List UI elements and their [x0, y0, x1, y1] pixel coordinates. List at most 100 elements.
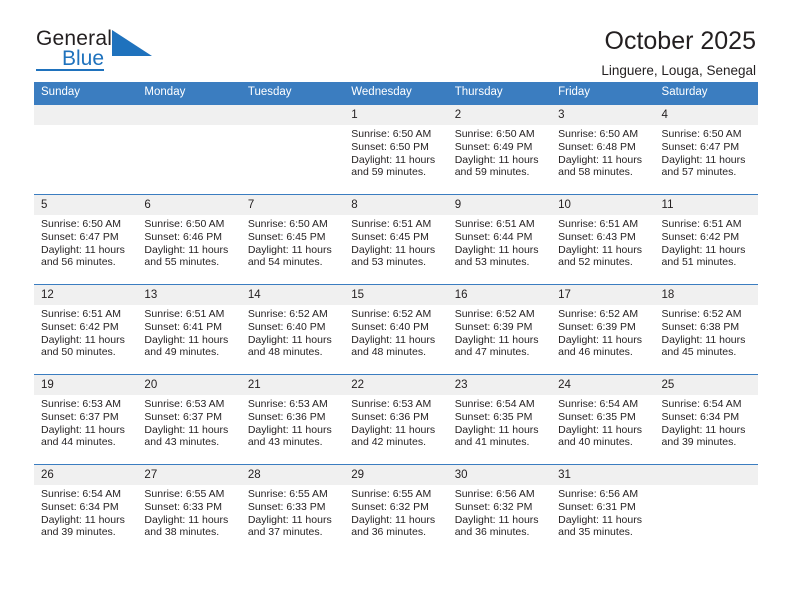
- daylight-text: Daylight: 11 hours and 59 minutes.: [351, 153, 436, 179]
- sunset-text: Sunset: 6:40 PM: [351, 320, 429, 333]
- calendar-day-cell[interactable]: 24 Sunrise: 6:54 AM Sunset: 6:35 PM Dayligh…: [551, 374, 655, 465]
- calendar-day-cell[interactable]: 31 Sunrise: 6:56 AM Sunset: 6:31 PM Dayligh…: [551, 464, 655, 554]
- day-number: 16: [447, 285, 552, 305]
- sunset-text: Sunset: 6:48 PM: [558, 140, 636, 153]
- calendar-day-cell[interactable]: 25 Sunrise: 6:54 AM Sunset: 6:34 PM Dayligh…: [654, 374, 758, 465]
- calendar-day-cell[interactable]: 3 Sunrise: 6:50 AM Sunset: 6:48 PM Daylight…: [551, 104, 655, 195]
- calendar-day-cell[interactable]: 20 Sunrise: 6:53 AM Sunset: 6:37 PM Dayligh…: [137, 374, 241, 465]
- calendar-day-cell[interactable]: 6 Sunrise: 6:50 AM Sunset: 6:46 PM Daylight…: [137, 194, 241, 285]
- calendar-day-cell[interactable]: 14 Sunrise: 6:52 AM Sunset: 6:40 PM Dayligh…: [240, 284, 345, 375]
- calendar-day-cell[interactable]: 7 Sunrise: 6:50 AM Sunset: 6:45 PM Daylight…: [240, 194, 345, 285]
- calendar-day-cell[interactable]: 17 Sunrise: 6:52 AM Sunset: 6:39 PM Dayligh…: [551, 284, 655, 375]
- brand-logo[interactable]: General Blue: [36, 28, 156, 76]
- sunset-text: Sunset: 6:39 PM: [454, 320, 533, 333]
- calendar-day-cell[interactable]: 2 Sunrise: 6:50 AM Sunset: 6:49 PM Daylight…: [447, 104, 552, 195]
- day-number: 26: [34, 465, 138, 485]
- calendar-day-cell[interactable]: 12 Sunrise: 6:51 AM Sunset: 6:42 PM Dayligh…: [34, 284, 138, 375]
- calendar-day-cell[interactable]: 1 Sunrise: 6:50 AM Sunset: 6:50 PM Daylight…: [344, 104, 448, 195]
- day-number: 12: [34, 285, 138, 305]
- day-details: Sunrise: 6:53 AM Sunset: 6:37 PM Daylight:…: [34, 395, 137, 449]
- day-details: Sunrise: 6:54 AM Sunset: 6:34 PM Daylight:…: [34, 485, 137, 539]
- daylight-text: Daylight: 11 hours and 36 minutes.: [454, 513, 539, 539]
- day-details: Sunrise: 6:50 AM Sunset: 6:46 PM Daylight:…: [137, 215, 240, 269]
- calendar-day-cell[interactable]: 9 Sunrise: 6:51 AM Sunset: 6:44 PM Daylight…: [447, 194, 552, 285]
- calendar-day-cell[interactable]: 26 Sunrise: 6:54 AM Sunset: 6:34 PM Dayligh…: [34, 464, 138, 554]
- sunset-text: Sunset: 6:38 PM: [661, 320, 740, 333]
- calendar-day-cell[interactable]: 11 Sunrise: 6:51 AM Sunset: 6:42 PM Dayligh…: [654, 194, 758, 285]
- day-number: 1: [344, 105, 448, 125]
- daylight-text: Daylight: 11 hours and 40 minutes.: [558, 423, 642, 449]
- calendar-day-cell[interactable]: 16 Sunrise: 6:52 AM Sunset: 6:39 PM Dayligh…: [447, 284, 552, 375]
- sunrise-text: Sunrise: 6:55 AM: [144, 488, 225, 500]
- calendar-day-cell[interactable]: 29 Sunrise: 6:55 AM Sunset: 6:32 PM Dayligh…: [344, 464, 448, 554]
- weekday-header-friday: Friday: [551, 82, 655, 105]
- sunset-text: Sunset: 6:37 PM: [144, 410, 223, 423]
- sunrise-text: Sunrise: 6:56 AM: [454, 488, 535, 500]
- sunrise-text: Sunrise: 6:52 AM: [454, 308, 535, 320]
- daylight-text: Daylight: 11 hours and 41 minutes.: [454, 423, 539, 449]
- calendar-day-cell[interactable]: 22 Sunrise: 6:53 AM Sunset: 6:36 PM Dayligh…: [344, 374, 448, 465]
- daylight-text: Daylight: 11 hours and 56 minutes.: [41, 243, 125, 269]
- sunset-text: Sunset: 6:31 PM: [558, 500, 636, 513]
- sunset-text: Sunset: 6:46 PM: [144, 230, 223, 243]
- daylight-text: Daylight: 11 hours and 53 minutes.: [351, 243, 436, 269]
- calendar-table: Sunday Monday Tuesday Wednesday Thursday…: [34, 82, 758, 554]
- sunrise-text: Sunrise: 6:50 AM: [558, 128, 639, 140]
- calendar-day-cell[interactable]: 21 Sunrise: 6:53 AM Sunset: 6:36 PM Dayligh…: [240, 374, 345, 465]
- daylight-text: Daylight: 11 hours and 43 minutes.: [144, 423, 229, 449]
- sunrise-text: Sunrise: 6:51 AM: [661, 218, 742, 230]
- calendar-day-cell[interactable]: 23 Sunrise: 6:54 AM Sunset: 6:35 PM Dayligh…: [447, 374, 552, 465]
- calendar-day-cell[interactable]: 8 Sunrise: 6:51 AM Sunset: 6:45 PM Daylight…: [344, 194, 448, 285]
- calendar-day-cell[interactable]: 19 Sunrise: 6:53 AM Sunset: 6:37 PM Dayligh…: [34, 374, 138, 465]
- calendar-day-cell[interactable]: 28 Sunrise: 6:55 AM Sunset: 6:33 PM Dayligh…: [240, 464, 345, 554]
- day-number: 25: [654, 375, 758, 395]
- daylight-text: Daylight: 11 hours and 52 minutes.: [558, 243, 642, 269]
- day-number: 31: [551, 465, 655, 485]
- daylight-text: Daylight: 11 hours and 46 minutes.: [558, 333, 642, 359]
- day-details: Sunrise: 6:52 AM Sunset: 6:40 PM Daylight:…: [241, 305, 344, 359]
- day-details: Sunrise: 6:50 AM Sunset: 6:47 PM Daylight:…: [34, 215, 137, 269]
- day-details: Sunrise: 6:56 AM Sunset: 6:32 PM Daylight:…: [448, 485, 551, 539]
- calendar-week-row: 19 Sunrise: 6:53 AM Sunset: 6:37 PM Dayligh…: [34, 374, 758, 465]
- calendar-day-cell[interactable]: 5 Sunrise: 6:50 AM Sunset: 6:47 PM Daylight…: [34, 194, 138, 285]
- sunset-text: Sunset: 6:35 PM: [558, 410, 636, 423]
- calendar-empty-cell: [34, 104, 138, 195]
- daylight-text: Daylight: 11 hours and 48 minutes.: [247, 333, 332, 359]
- daylight-text: Daylight: 11 hours and 55 minutes.: [144, 243, 229, 269]
- day-number: 13: [137, 285, 241, 305]
- day-number: [654, 465, 758, 485]
- calendar-day-cell[interactable]: 10 Sunrise: 6:51 AM Sunset: 6:43 PM Dayligh…: [551, 194, 655, 285]
- daylight-text: Daylight: 11 hours and 59 minutes.: [454, 153, 539, 179]
- sunrise-text: Sunrise: 6:51 AM: [144, 308, 225, 320]
- calendar-day-cell[interactable]: 4 Sunrise: 6:50 AM Sunset: 6:47 PM Daylight…: [654, 104, 758, 195]
- daylight-text: Daylight: 11 hours and 35 minutes.: [558, 513, 642, 539]
- daylight-text: Daylight: 11 hours and 43 minutes.: [247, 423, 332, 449]
- day-number: 11: [654, 195, 758, 215]
- day-details: Sunrise: 6:52 AM Sunset: 6:40 PM Daylight:…: [344, 305, 447, 359]
- sunrise-text: Sunrise: 6:55 AM: [247, 488, 328, 500]
- sunrise-text: Sunrise: 6:52 AM: [661, 308, 742, 320]
- day-details: Sunrise: 6:55 AM Sunset: 6:33 PM Daylight:…: [241, 485, 344, 539]
- sunrise-text: Sunrise: 6:54 AM: [41, 488, 121, 500]
- day-number: 3: [551, 105, 655, 125]
- day-details: Sunrise: 6:52 AM Sunset: 6:38 PM Daylight:…: [655, 305, 758, 359]
- weekday-header-row: Sunday Monday Tuesday Wednesday Thursday…: [34, 82, 758, 105]
- day-details: Sunrise: 6:51 AM Sunset: 6:42 PM Daylight:…: [655, 215, 758, 269]
- day-details: Sunrise: 6:53 AM Sunset: 6:36 PM Daylight:…: [241, 395, 344, 449]
- calendar-day-cell[interactable]: 15 Sunrise: 6:52 AM Sunset: 6:40 PM Dayligh…: [344, 284, 448, 375]
- day-number: 4: [654, 105, 758, 125]
- daylight-text: Daylight: 11 hours and 49 minutes.: [144, 333, 229, 359]
- sunrise-text: Sunrise: 6:53 AM: [247, 398, 328, 410]
- calendar-day-cell[interactable]: 13 Sunrise: 6:51 AM Sunset: 6:41 PM Dayligh…: [137, 284, 241, 375]
- calendar-day-cell[interactable]: 18 Sunrise: 6:52 AM Sunset: 6:38 PM Dayligh…: [654, 284, 758, 375]
- day-details: Sunrise: 6:51 AM Sunset: 6:44 PM Daylight:…: [448, 215, 551, 269]
- daylight-text: Daylight: 11 hours and 47 minutes.: [454, 333, 539, 359]
- sunset-text: Sunset: 6:47 PM: [41, 230, 119, 243]
- sunrise-text: Sunrise: 6:53 AM: [41, 398, 121, 410]
- sunset-text: Sunset: 6:45 PM: [247, 230, 326, 243]
- day-details: Sunrise: 6:51 AM Sunset: 6:41 PM Daylight:…: [137, 305, 240, 359]
- calendar-day-cell[interactable]: 27 Sunrise: 6:55 AM Sunset: 6:33 PM Dayligh…: [137, 464, 241, 554]
- calendar-day-cell[interactable]: 30 Sunrise: 6:56 AM Sunset: 6:32 PM Dayligh…: [447, 464, 552, 554]
- day-details: Sunrise: 6:50 AM Sunset: 6:45 PM Daylight:…: [241, 215, 344, 269]
- day-details: Sunrise: 6:51 AM Sunset: 6:45 PM Daylight:…: [344, 215, 447, 269]
